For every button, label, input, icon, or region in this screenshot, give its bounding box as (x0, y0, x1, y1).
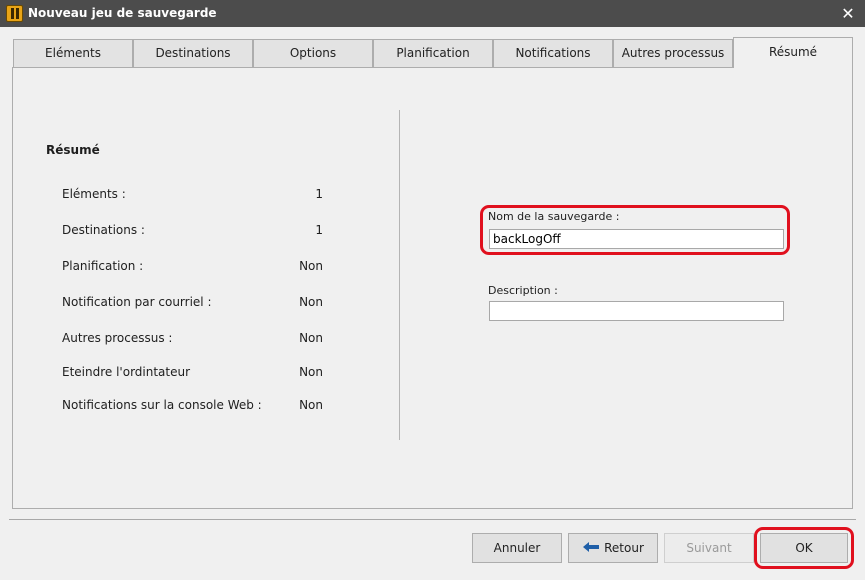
tab-notifications[interactable]: Notifications (493, 39, 613, 68)
summary-row-value: 1 (315, 187, 323, 201)
summary-row-label: Notification par courriel : (62, 295, 212, 309)
summary-row-label: Planification : (62, 259, 144, 273)
app-logo-icon (6, 5, 23, 22)
description-input[interactable] (489, 301, 784, 321)
ok-button[interactable]: OK (760, 533, 848, 563)
summary-row-value: Non (299, 398, 323, 412)
summary-row-label: Eléments : (62, 187, 126, 201)
tab-options[interactable]: Options (253, 39, 373, 68)
back-button[interactable]: Retour (568, 533, 658, 563)
cancel-button[interactable]: Annuler (472, 533, 562, 563)
summary-row-value: Non (299, 259, 323, 273)
footer-divider (9, 519, 856, 520)
close-icon[interactable]: ✕ (831, 0, 865, 27)
summary-heading: Résumé (46, 143, 100, 157)
summary-row-label: Autres processus : (62, 331, 173, 345)
summary-row-label: Destinations : (62, 223, 145, 237)
next-button[interactable]: Suivant (664, 533, 754, 563)
backup-name-input[interactable] (489, 229, 784, 249)
back-button-label: Retour (604, 541, 644, 555)
title-bar: Nouveau jeu de sauvegarde ✕ (0, 0, 865, 27)
tab-autres-processus[interactable]: Autres processus (613, 39, 733, 68)
tab-bar: Eléments Destinations Options Planificat… (13, 37, 853, 68)
backup-name-label: Nom de la sauvegarde : (488, 210, 620, 223)
description-label: Description : (488, 284, 558, 297)
window-title: Nouveau jeu de sauvegarde (28, 6, 217, 20)
tab-elements[interactable]: Eléments (13, 39, 133, 68)
tab-resume[interactable]: Résumé (733, 37, 853, 68)
tab-panel (12, 67, 853, 509)
tab-planification[interactable]: Planification (373, 39, 493, 68)
vertical-divider (399, 110, 400, 440)
summary-row-value: Non (299, 295, 323, 309)
summary-row-value: Non (299, 331, 323, 345)
summary-row-label: Eteindre l'ordintateur (62, 365, 191, 379)
tab-destinations[interactable]: Destinations (133, 39, 253, 68)
summary-row-value: 1 (315, 223, 323, 237)
arrow-left-icon (583, 542, 600, 552)
summary-row-value: Non (299, 365, 323, 379)
